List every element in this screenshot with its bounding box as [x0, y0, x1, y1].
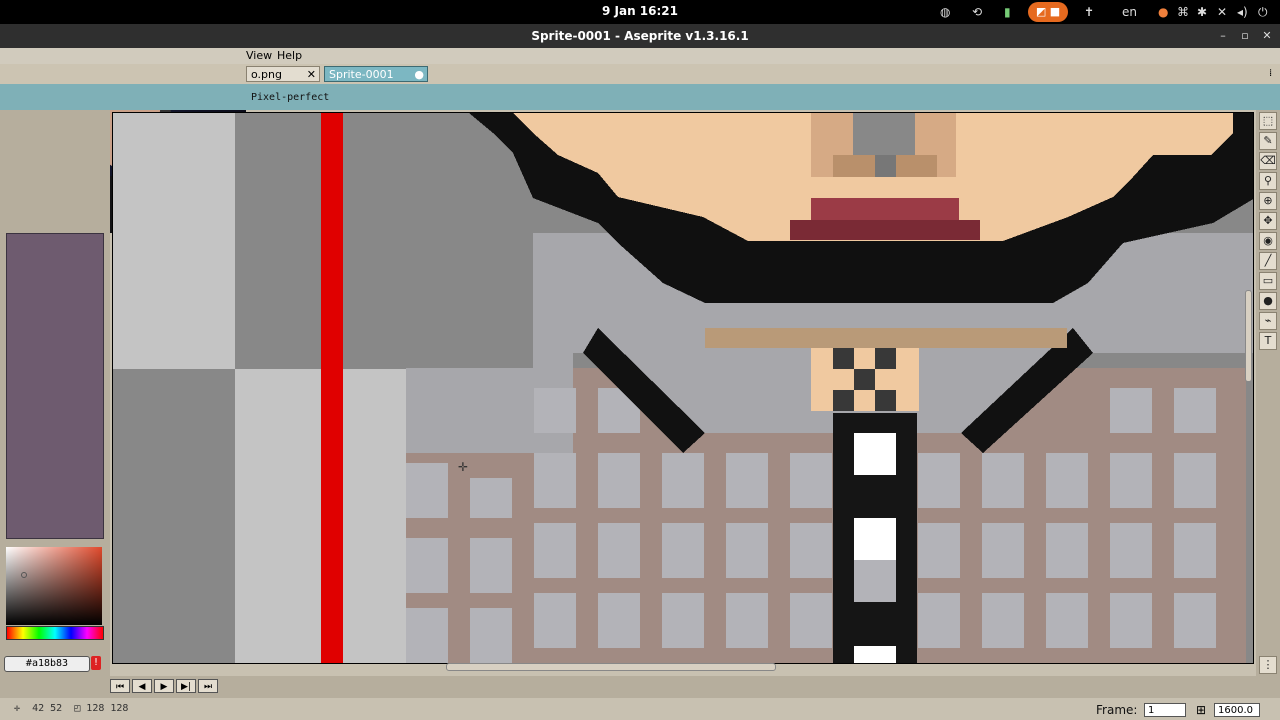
refresh-icon: ⟲: [972, 5, 983, 19]
frame-input[interactable]: 1: [1144, 703, 1186, 717]
color-picker-spectrum[interactable]: [6, 547, 102, 625]
volume-icon: ◂): [1237, 5, 1248, 19]
context-bar: Pixel-perfect: [0, 84, 1280, 110]
fg-warning-icon[interactable]: !: [91, 656, 101, 670]
window-title: Sprite-0001 - Aseprite v1.3.16.1: [531, 29, 749, 43]
frame-label: Frame:: [1096, 703, 1138, 717]
tab-close-button[interactable]: ✕: [307, 67, 316, 83]
palette-swatch[interactable]: [6, 233, 104, 539]
power-icon[interactable]: ⏻: [1258, 4, 1268, 20]
first-frame-button[interactable]: ⏮: [110, 679, 130, 693]
horizontal-scrollbar[interactable]: [446, 663, 776, 671]
sprite-size: 128 128: [86, 703, 129, 714]
sprite-size-icon: ◰: [74, 703, 81, 714]
zoom-tool-icon[interactable]: ⊕: [1259, 192, 1277, 210]
text-tool-icon[interactable]: T: [1259, 332, 1277, 350]
play-button[interactable]: ▶: [154, 679, 174, 693]
rectangle-tool-icon[interactable]: ▭: [1259, 272, 1277, 290]
tab-bar: o.png ✕ Sprite-0001 ● ⁞: [0, 64, 1280, 84]
pencil-tool-icon[interactable]: ✎: [1259, 132, 1277, 150]
microphone-icon: ●: [1158, 5, 1169, 19]
keyboard-layout[interactable]: en: [1122, 4, 1137, 20]
menu-view[interactable]: View: [246, 49, 272, 62]
close-window-button[interactable]: ✕: [1260, 29, 1274, 42]
next-frame-button[interactable]: ▶|: [176, 679, 196, 693]
tab-label: Sprite-0001: [329, 68, 394, 81]
tabs-menu-icon[interactable]: ⁞: [1269, 68, 1272, 79]
rectangular-marquee-tool-icon[interactable]: ⬚: [1259, 112, 1277, 130]
tab-modified-indicator[interactable]: ●: [414, 67, 424, 83]
cursor-coordinates: ✛ 42 52 ◰ 128 128: [14, 703, 128, 714]
accessibility-icon[interactable]: ✝: [1084, 4, 1094, 20]
contour-tool-icon[interactable]: ⌁: [1259, 312, 1277, 330]
pixel-perfect-option[interactable]: Pixel-perfect: [251, 92, 329, 103]
sprite-pixel-art: [113, 113, 1253, 663]
sprite-canvas[interactable]: ✛: [112, 112, 1254, 664]
blur-tool-icon[interactable]: ●: [1259, 292, 1277, 310]
eyedropper-tool-icon[interactable]: ⚲: [1259, 172, 1277, 190]
camera-indicator-icon: ◍: [940, 5, 951, 19]
foreground-color-field[interactable]: #a18b83: [4, 656, 90, 672]
previous-frame-button[interactable]: ◀: [132, 679, 152, 693]
last-frame-button[interactable]: ⏭: [198, 679, 218, 693]
network-icon: ⌘: [1177, 5, 1189, 19]
tab-sprite-0001[interactable]: Sprite-0001 ●: [324, 66, 428, 82]
vertical-scrollbar[interactable]: [1245, 290, 1252, 382]
menu-bar: View Help: [0, 48, 1280, 64]
paint-bucket-tool-icon[interactable]: ◉: [1259, 232, 1277, 250]
hue-slider[interactable]: [6, 626, 104, 640]
minimize-button[interactable]: –: [1216, 29, 1230, 42]
tab-o-png[interactable]: o.png ✕: [246, 66, 320, 82]
eraser-tool-icon[interactable]: ⌫: [1259, 152, 1277, 170]
wifi-off-icon: ✕: [1217, 5, 1228, 19]
line-tool-icon[interactable]: ╱: [1259, 252, 1277, 270]
bluetooth-icon: ✱: [1197, 5, 1208, 19]
cursor-position: 42 52: [32, 703, 63, 714]
move-tool-icon[interactable]: ✥: [1259, 212, 1277, 230]
maximize-button[interactable]: ▫: [1238, 29, 1252, 42]
zoom-in-icon[interactable]: ⊞: [1194, 703, 1208, 717]
lock-icon: ▮: [1004, 5, 1011, 19]
tool-options-icon[interactable]: ⋮: [1259, 656, 1277, 674]
system-top-bar: 9 Jan 16:21 ◍ ⟲ ▮ ◩ ■ ✝ en ● ⌘ ✱ ✕ ◂) ⏻: [0, 0, 1280, 24]
window-titlebar: Sprite-0001 - Aseprite v1.3.16.1 – ▫ ✕: [0, 24, 1280, 48]
tab-label: o.png: [251, 68, 282, 81]
clock[interactable]: 9 Jan 16:21: [590, 4, 690, 18]
screen-recording-indicator[interactable]: ◩ ■: [1028, 2, 1068, 22]
crosshair-cursor-icon: ✛: [458, 460, 469, 474]
menu-help[interactable]: Help: [277, 49, 302, 62]
zoom-level-field[interactable]: 1600.0: [1214, 703, 1260, 717]
position-icon: ✛: [14, 703, 21, 714]
status-bar: [0, 698, 1280, 720]
